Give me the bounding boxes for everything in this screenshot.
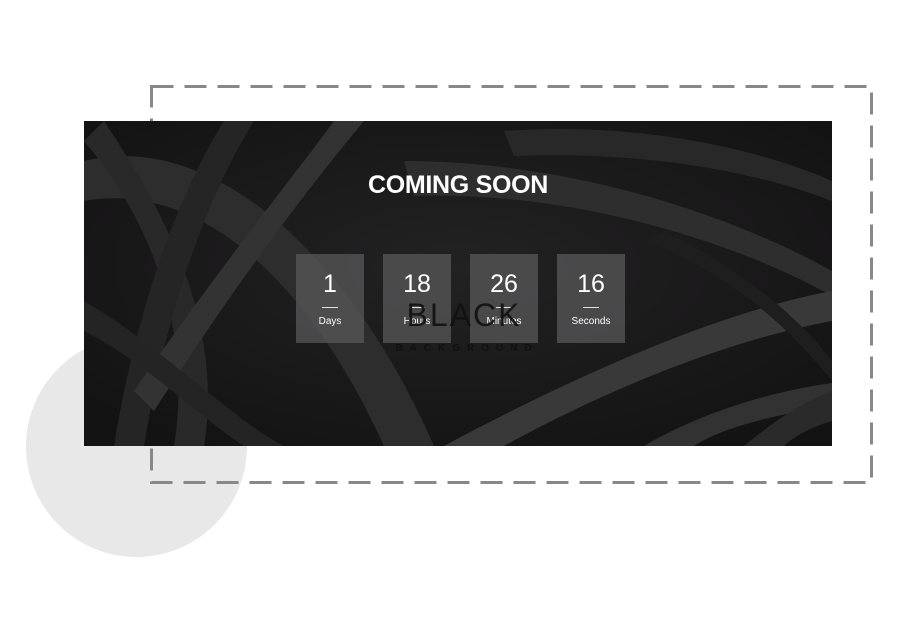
countdown-days-value: 1 (323, 270, 337, 298)
countdown-minutes-value: 26 (490, 270, 518, 298)
coming-soon-banner: COMING SOON 1 Days 18 Hours 26 Minutes 1… (84, 121, 832, 446)
countdown-timer: 1 Days 18 Hours 26 Minutes 16 Seconds (296, 254, 625, 343)
countdown-days: 1 Days (296, 254, 364, 343)
countdown-seconds-value: 16 (577, 270, 605, 298)
countdown-hours-label: Hours (403, 316, 431, 327)
countdown-days-label: Days (318, 316, 342, 327)
divider (409, 307, 425, 308)
page-title: COMING SOON (367, 171, 549, 199)
divider (496, 307, 512, 308)
countdown-minutes-label: Minutes (486, 316, 522, 327)
countdown-minutes: 26 Minutes (470, 254, 538, 343)
countdown-hours-value: 18 (403, 270, 431, 298)
page-stage: COMING SOON 1 Days 18 Hours 26 Minutes 1… (0, 0, 900, 640)
divider (322, 307, 338, 308)
countdown-seconds-label: Seconds (571, 316, 611, 327)
divider (583, 307, 599, 308)
countdown-seconds: 16 Seconds (557, 254, 625, 343)
countdown-hours: 18 Hours (383, 254, 451, 343)
